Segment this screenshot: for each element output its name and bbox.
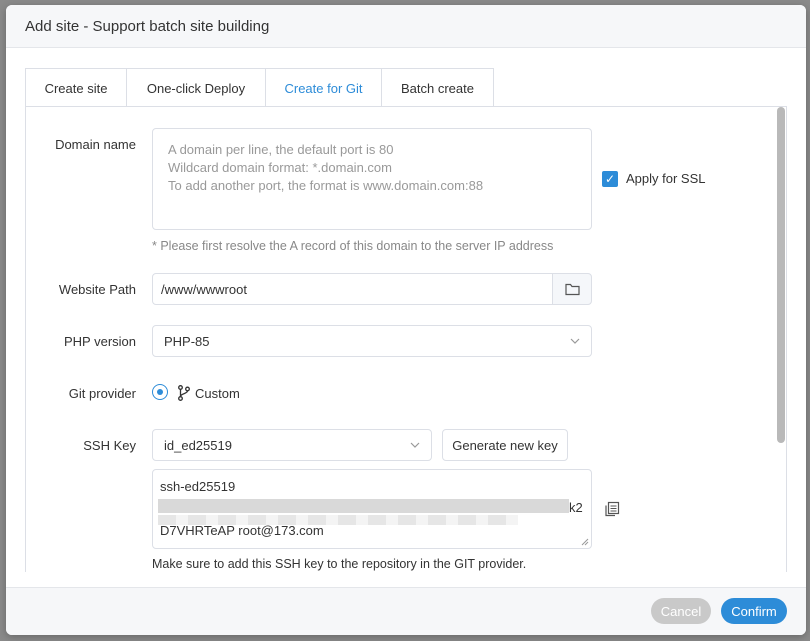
tab-one-click-deploy[interactable]: One-click Deploy xyxy=(126,68,266,107)
generate-key-button[interactable]: Generate new key xyxy=(442,429,568,461)
redacted-key-segment xyxy=(158,499,569,513)
cancel-button[interactable]: Cancel xyxy=(651,598,711,624)
php-version-select[interactable]: PHP-85 xyxy=(152,325,592,357)
git-provider-label: Git provider xyxy=(68,386,136,401)
ssh-key-line-suffix: k2 xyxy=(569,500,583,515)
domain-placeholder-line: Wildcard domain format: *.domain.com xyxy=(168,160,392,175)
resize-handle-icon[interactable] xyxy=(581,538,589,546)
browse-folder-button[interactable] xyxy=(552,273,592,305)
confirm-button[interactable]: Confirm xyxy=(721,598,787,624)
ssh-key-value: id_ed25519 xyxy=(164,437,232,453)
tab-create-for-git[interactable]: Create for Git xyxy=(265,68,382,107)
tab-panel: Domain name A domain per line, the defau… xyxy=(25,106,787,572)
git-custom-label: Custom xyxy=(195,386,240,401)
chevron-down-icon xyxy=(410,442,420,448)
ssh-key-line: D7VHRTeAP root@173.com xyxy=(160,523,324,538)
copy-icon[interactable] xyxy=(604,501,620,517)
domain-hint: * Please first resolve the A record of t… xyxy=(152,239,554,253)
ssl-label: Apply for SSL xyxy=(626,171,706,186)
website-path-label: Website Path xyxy=(58,282,136,297)
git-branch-icon xyxy=(178,385,190,401)
tab-bar: Create site One-click Deploy Create for … xyxy=(25,68,495,107)
dialog-title: Add site - Support batch site building xyxy=(25,18,270,35)
add-site-dialog: Add site - Support batch site building C… xyxy=(6,5,806,635)
folder-icon xyxy=(564,283,580,295)
scrollbar-thumb[interactable] xyxy=(777,107,785,443)
ssh-key-textarea[interactable]: ssh-ed25519 k2 D7VHRTeAP root@173.com xyxy=(152,469,592,549)
tab-create-site[interactable]: Create site xyxy=(25,68,127,107)
domain-placeholder-line: A domain per line, the default port is 8… xyxy=(168,142,394,157)
ssh-key-label: SSH Key xyxy=(83,438,136,453)
chevron-down-icon xyxy=(570,338,580,344)
dialog-header: Add site - Support batch site building xyxy=(6,5,806,48)
domain-placeholder-line: To add another port, the format is www.d… xyxy=(168,178,484,193)
php-version-label: PHP version xyxy=(63,334,136,349)
website-path-input[interactable]: /www/wwwroot xyxy=(152,273,554,305)
domain-label: Domain name xyxy=(55,137,136,152)
domain-textarea[interactable]: A domain per line, the default port is 8… xyxy=(152,128,592,230)
ssh-key-line: ssh-ed25519 xyxy=(160,479,236,494)
ssl-checkbox[interactable]: ✓ xyxy=(602,171,618,187)
dialog-footer: Cancel Confirm xyxy=(6,587,806,635)
git-custom-radio[interactable] xyxy=(152,384,168,400)
panel-scrollbar[interactable] xyxy=(777,107,785,569)
php-version-value: PHP-85 xyxy=(164,333,210,349)
ssh-key-select[interactable]: id_ed25519 xyxy=(152,429,432,461)
tab-batch-create[interactable]: Batch create xyxy=(381,68,494,107)
ssh-key-note: Make sure to add this SSH key to the rep… xyxy=(152,557,527,571)
